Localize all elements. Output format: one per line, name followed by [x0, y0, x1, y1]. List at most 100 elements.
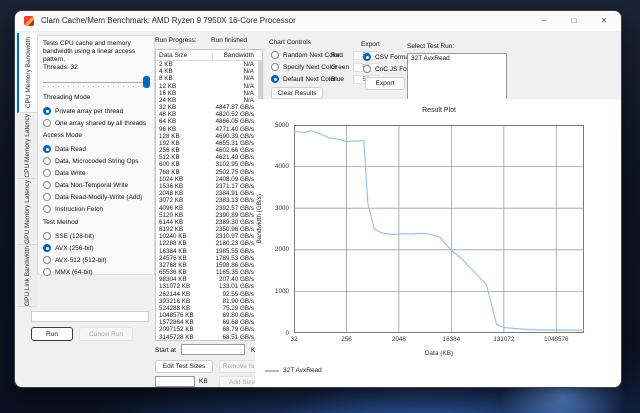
radio-button-icon[interactable] — [43, 181, 51, 189]
tab-cpu-memory-bandwidth[interactable]: CPU Memory Bandwidth — [17, 33, 37, 113]
table-row[interactable]: 768 KB2502.75 GB/s — [156, 169, 262, 176]
cell-data-size: 8 KB — [156, 75, 173, 82]
table-row[interactable]: 12 KBN/A — [156, 83, 262, 90]
table-row[interactable]: 3072 KB2383.13 GB/s — [156, 197, 262, 204]
table-row[interactable]: 65536 KB1165.35 GB/s — [156, 269, 262, 276]
cell-data-size: 1024 KB — [156, 176, 183, 183]
radio-button-icon[interactable] — [271, 63, 279, 71]
table-row[interactable]: 32768 KB1598.86 GB/s — [156, 262, 262, 269]
radio-option-one-array-shared-by-all-threads[interactable]: One array shared by all threads — [43, 117, 153, 129]
cell-data-size: 768 KB — [156, 169, 180, 176]
radio-button-icon[interactable] — [43, 119, 51, 127]
radio-button-icon[interactable] — [43, 205, 51, 213]
table-row[interactable]: 3145728 KB68.51 GB/s — [156, 334, 262, 341]
table-row[interactable]: 8192 KB2350.96 GB/s — [156, 226, 262, 233]
slider-thumb[interactable] — [143, 76, 150, 88]
x-tick-label: 256 — [324, 336, 368, 343]
tab-gpu-link-bandwidth[interactable]: GPU Link Bandwidth — [17, 245, 37, 307]
table-row[interactable]: 512 KB4621.49 GB/s — [156, 154, 262, 161]
table-row[interactable]: 600 KB3102.95 GB/s — [156, 161, 262, 168]
edit-test-sizes-button[interactable]: Edit Test Sizes — [155, 360, 213, 373]
chart-controls-title: Chart Controls — [269, 39, 311, 46]
test-run-item[interactable]: 32T AvxRead — [408, 54, 506, 63]
radio-option-label: SSE (128-bit) — [55, 233, 94, 240]
table-row[interactable]: 98304 KB207.40 GB/s — [156, 276, 262, 283]
result-table[interactable]: Data Size Bandwidth 2 KBN/A4 KBN/A8 KBN/… — [155, 49, 263, 341]
table-row[interactable]: 16384 KB1985.55 GB/s — [156, 247, 262, 254]
radio-button-icon[interactable] — [43, 107, 51, 115]
table-row[interactable]: 128 KB4690.39 GB/s — [156, 133, 262, 140]
radio-button-icon[interactable] — [43, 169, 51, 177]
table-row[interactable]: 32 KB4847.87 GB/s — [156, 104, 262, 111]
table-row[interactable]: 96 KB4771.40 GB/s — [156, 126, 262, 133]
table-row[interactable]: 5120 KB2390.89 GB/s — [156, 212, 262, 219]
x-tick-label: 32 — [272, 336, 316, 343]
cell-data-size: 8192 KB — [156, 226, 183, 233]
table-row[interactable]: 8 KBN/A — [156, 75, 262, 82]
threads-slider[interactable] — [43, 76, 150, 88]
radio-option-avx-256-bit[interactable]: AVX (256-bit) — [43, 242, 153, 254]
close-button[interactable]: ✕ — [589, 11, 619, 31]
table-row[interactable]: 1024 KB2408.09 GB/s — [156, 176, 262, 183]
export-button[interactable]: Export — [365, 77, 405, 90]
radio-button-icon[interactable] — [43, 244, 51, 252]
radio-button-icon[interactable] — [363, 65, 371, 73]
table-row[interactable]: 2048 KB2384.91 GB/s — [156, 190, 262, 197]
table-row[interactable]: 10240 KB2310.97 GB/s — [156, 233, 262, 240]
table-row[interactable]: 1048576 KB69.80 GB/s — [156, 312, 262, 319]
clear-results-button[interactable]: Clear Results — [271, 87, 323, 99]
table-row[interactable]: 256 KB4602.66 GB/s — [156, 147, 262, 154]
radio-option-avx-512-512-bit[interactable]: AVX-512 (512-bit) — [43, 254, 153, 266]
table-row[interactable]: 2 KBN/A — [156, 61, 262, 68]
minimize-button[interactable]: – — [529, 11, 559, 31]
start-at-input[interactable] — [181, 344, 245, 355]
col-header-data-size[interactable]: Data Size — [159, 50, 187, 61]
radio-option-mmx-64-bit[interactable]: MMX (64-bit) — [43, 266, 153, 278]
table-row[interactable]: 192 KB4655.31 GB/s — [156, 140, 262, 147]
radio-option-data-read-modify-write-add[interactable]: Data Read-Modify-Write (Add) — [43, 191, 153, 203]
table-row[interactable]: 4096 KB2392.57 GB/s — [156, 204, 262, 211]
tab-gpu-memory-latency[interactable]: GPU Memory Latency — [17, 179, 37, 245]
radio-button-icon[interactable] — [271, 75, 279, 83]
table-header[interactable]: Data Size Bandwidth — [156, 50, 262, 61]
test-run-listbox[interactable]: 32T AvxRead — [407, 53, 507, 101]
table-row[interactable]: 4 KBN/A — [156, 68, 262, 75]
radio-option-private-array-per-thread[interactable]: Private array per thread — [43, 105, 153, 117]
table-row[interactable]: 2097152 KB68.79 GB/s — [156, 326, 262, 333]
table-row[interactable]: 262144 KB92.55 GB/s — [156, 291, 262, 298]
table-row[interactable]: 48 KB4820.52 GB/s — [156, 111, 262, 118]
table-row[interactable]: 524288 KB75.29 GB/s — [156, 305, 262, 312]
table-row[interactable]: 131072 KB133.01 GB/s — [156, 283, 262, 290]
tab-cpu-memory-latency[interactable]: CPU Memory Latency — [17, 113, 37, 179]
table-row[interactable]: 16 KBN/A — [156, 90, 262, 97]
radio-option-data-microcoded-string-ops[interactable]: Data, Microcoded String Ops — [43, 155, 153, 167]
maximize-button[interactable]: □ — [559, 11, 589, 31]
title-bar[interactable]: Clam Cache/Mem Benchmark: AMD Ryzen 9 79… — [15, 11, 621, 31]
radio-option-data-write[interactable]: Data Write — [43, 167, 153, 179]
add-size-input[interactable] — [155, 376, 195, 387]
radio-option-instruction-fetch[interactable]: Instruction Fetch — [43, 203, 153, 215]
table-row[interactable]: 393216 KB81.90 GB/s — [156, 298, 262, 305]
radio-button-icon[interactable] — [271, 51, 279, 59]
radio-button-icon[interactable] — [43, 268, 51, 276]
radio-option-data-read[interactable]: Data Read — [43, 143, 153, 155]
radio-option-sse-128-bit[interactable]: SSE (128-bit) — [43, 230, 153, 242]
radio-button-icon[interactable] — [363, 53, 371, 61]
radio-button-icon[interactable] — [43, 256, 51, 264]
table-row[interactable]: 1572864 KB69.68 GB/s — [156, 319, 262, 326]
col-header-bandwidth[interactable]: Bandwidth — [224, 50, 254, 61]
radio-button-icon[interactable] — [43, 157, 51, 165]
table-row[interactable]: 12288 KB2180.23 GB/s — [156, 240, 262, 247]
table-row[interactable]: 24576 KB1789.53 GB/s — [156, 255, 262, 262]
run-button[interactable]: Run — [31, 327, 73, 341]
radio-button-icon[interactable] — [43, 145, 51, 153]
table-row[interactable]: 6144 KB2389.30 GB/s — [156, 219, 262, 226]
radio-button-icon[interactable] — [43, 232, 51, 240]
cell-data-size: 16384 KB — [156, 248, 187, 255]
table-row[interactable]: 64 KB4866.05 GB/s — [156, 118, 262, 125]
cancel-run-button: Cancel Run — [79, 327, 133, 341]
table-row[interactable]: 1536 KB2371.17 GB/s — [156, 183, 262, 190]
table-row[interactable]: 24 KBN/A — [156, 97, 262, 104]
radio-button-icon[interactable] — [43, 193, 51, 201]
radio-option-data-non-temporal-write[interactable]: Data Non-Temporal Write — [43, 179, 153, 191]
